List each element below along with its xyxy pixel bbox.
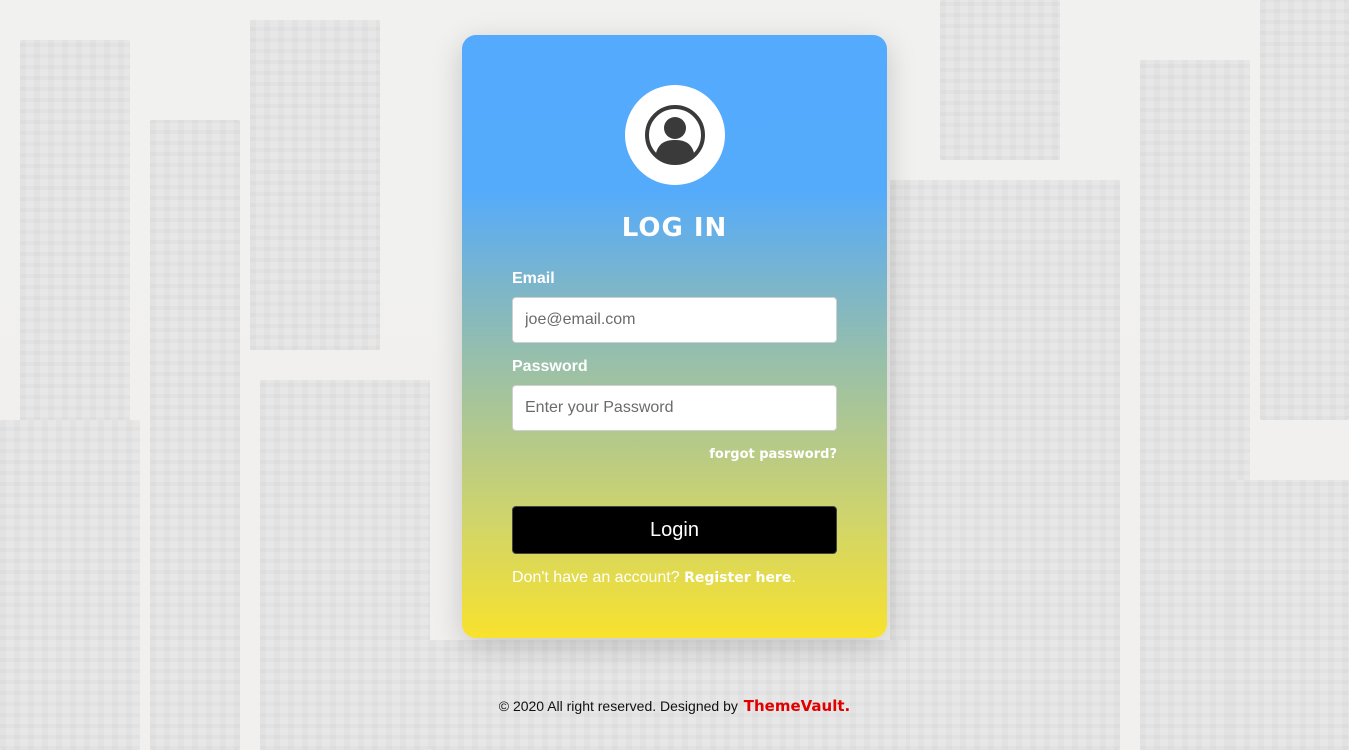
footer: © 2020 All right reserved. Designed by T… — [0, 697, 1349, 715]
email-label: Email — [512, 270, 555, 287]
copyright-text: © 2020 All right reserved. Designed by — [498, 698, 738, 714]
register-prompt: Don't have an account? Register here. — [512, 569, 796, 587]
email-field[interactable] — [512, 297, 837, 343]
register-prompt-text: Don't have an account? — [512, 569, 680, 586]
password-label: Password — [512, 358, 588, 375]
register-suffix: . — [791, 569, 796, 586]
password-field[interactable] — [512, 385, 837, 431]
avatar — [625, 85, 725, 185]
forgot-password-link[interactable]: forgot password? — [709, 447, 837, 462]
register-link[interactable]: Register here — [684, 570, 791, 586]
login-card: LOG IN Email Password forgot password? L… — [462, 35, 887, 638]
page-title: LOG IN — [621, 213, 728, 243]
user-circle-icon — [645, 105, 705, 165]
login-button[interactable]: Login — [512, 506, 837, 554]
brand-link[interactable]: ThemeVault. — [744, 697, 851, 715]
